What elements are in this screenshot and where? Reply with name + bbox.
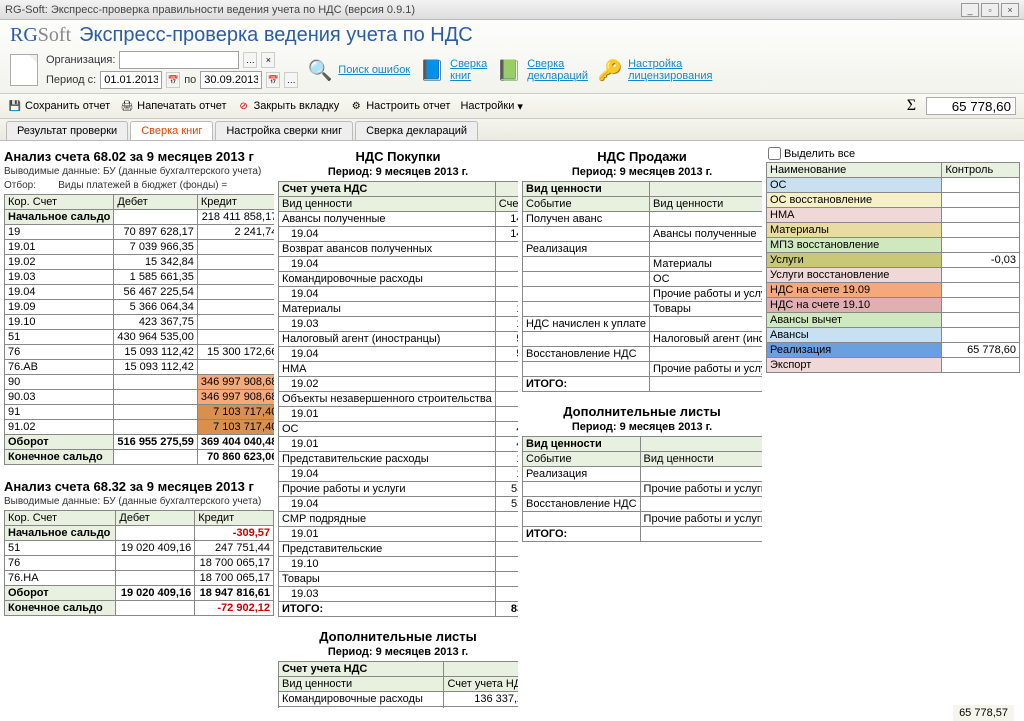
analysis1-title: Анализ счета 68.02 за 9 месяцев 2013 г xyxy=(4,149,274,164)
print-icon: 🖨 xyxy=(120,99,134,113)
tab-result[interactable]: Результат проверки xyxy=(6,121,128,140)
secondary-toolbar: 💾Сохранить отчет 🖨Напечатать отчет ⊘Закр… xyxy=(0,94,1024,119)
content: Анализ счета 68.02 за 9 месяцев 2013 г В… xyxy=(0,141,1024,712)
sell-table: Вид ценностиНДССобытиеВид ценностиПолуче… xyxy=(522,181,762,392)
analysis2-table: Кор. СчетДебетКредитНачальное сальдо-309… xyxy=(4,510,274,616)
app-title: Экспресс-проверка ведения учета по НДС xyxy=(79,24,473,47)
cal-to-icon[interactable]: 📅 xyxy=(266,72,280,88)
buy-title: НДС Покупки xyxy=(278,149,518,164)
window-title: RG-Soft: Экспресс-проверка правильности … xyxy=(5,4,415,16)
col-legend: Выделить все НаименованиеКонтрольОСОС во… xyxy=(766,145,1020,708)
magnifier-icon: 🔍 xyxy=(306,56,334,84)
save-icon: 💾 xyxy=(8,99,22,113)
decl-check-button[interactable]: 📗 Сверка деклараций xyxy=(495,56,588,84)
minimize-button[interactable]: _ xyxy=(961,3,979,17)
books-icon: 📘 xyxy=(418,56,446,84)
license-button[interactable]: 🔑 Настройка лицензирования xyxy=(596,56,712,84)
sell-extra-table: Вид ценностиНДССобытиеВид ценностиРеализ… xyxy=(522,436,762,542)
close-tab-button[interactable]: ⊘Закрыть вкладку xyxy=(237,99,340,113)
col-sell: НДС Продажи Период: 9 месяцев 2013 г. Ви… xyxy=(522,145,762,708)
close-red-icon: ⊘ xyxy=(237,99,251,113)
org-label: Организация: xyxy=(46,54,115,66)
period-picker[interactable]: … xyxy=(284,72,298,88)
analysis2-title: Анализ счета 68.32 за 9 месяцев 2013 г xyxy=(4,479,274,494)
print-report-button[interactable]: 🖨Напечатать отчет xyxy=(120,99,226,113)
org-clear[interactable]: … xyxy=(243,52,257,68)
cal-from-icon[interactable]: 📅 xyxy=(166,72,180,88)
books2-icon: 📗 xyxy=(495,56,523,84)
key-icon: 🔑 xyxy=(596,56,624,84)
org-input[interactable] xyxy=(119,51,239,69)
close-button[interactable]: × xyxy=(1001,3,1019,17)
select-all-checkbox[interactable] xyxy=(768,147,781,160)
save-report-button[interactable]: 💾Сохранить отчет xyxy=(8,99,110,113)
col-analysis: Анализ счета 68.02 за 9 месяцев 2013 г В… xyxy=(4,145,274,708)
titlebar: RG-Soft: Экспресс-проверка правильности … xyxy=(0,0,1024,20)
tab-decl[interactable]: Сверка деклараций xyxy=(355,121,478,140)
sell-title: НДС Продажи xyxy=(522,149,762,164)
header: RGSoft Экспресс-проверка ведения учета п… xyxy=(0,20,1024,94)
tab-books-settings[interactable]: Настройка сверки книг xyxy=(215,121,353,140)
chevron-down-icon: ▾ xyxy=(517,100,523,113)
org-clear-x[interactable]: × xyxy=(261,52,275,68)
logo: RGSoft xyxy=(10,24,71,47)
sigma-value[interactable] xyxy=(926,97,1016,115)
file-icon xyxy=(10,54,38,86)
tab-bar: Результат проверки Сверка книг Настройка… xyxy=(0,119,1024,141)
period-label: Период с: xyxy=(46,74,96,86)
tab-books[interactable]: Сверка книг xyxy=(130,121,213,140)
analysis1-table: Кор. СчетДебетКредитНачальное сальдо218 … xyxy=(4,194,274,465)
maximize-button[interactable]: ▫ xyxy=(981,3,999,17)
sigma-icon: Σ xyxy=(907,97,916,115)
status-bar-value: 65 778,57 xyxy=(953,705,1014,721)
date-from-input[interactable] xyxy=(100,71,162,89)
search-errors-button[interactable]: 🔍 Поиск ошибок xyxy=(306,56,410,84)
date-to-input[interactable] xyxy=(200,71,262,89)
books-check-button[interactable]: 📘 Сверка книг xyxy=(418,56,487,84)
legend-table: НаименованиеКонтрольОСОС восстановлениеН… xyxy=(766,162,1020,373)
col-buy: НДС Покупки Период: 9 месяцев 2013 г. Сч… xyxy=(278,145,518,708)
gear-icon: ⚙ xyxy=(349,99,363,113)
settings-dropdown[interactable]: Настройки ▾ xyxy=(460,100,522,113)
buy-extra-table: Счет учета НДСВид ценностиСчет учета НДС… xyxy=(278,661,518,708)
buy-table: Счет учета НДСВид ценностиСчет учета НДС… xyxy=(278,181,518,617)
configure-report-button[interactable]: ⚙Настроить отчет xyxy=(349,99,450,113)
